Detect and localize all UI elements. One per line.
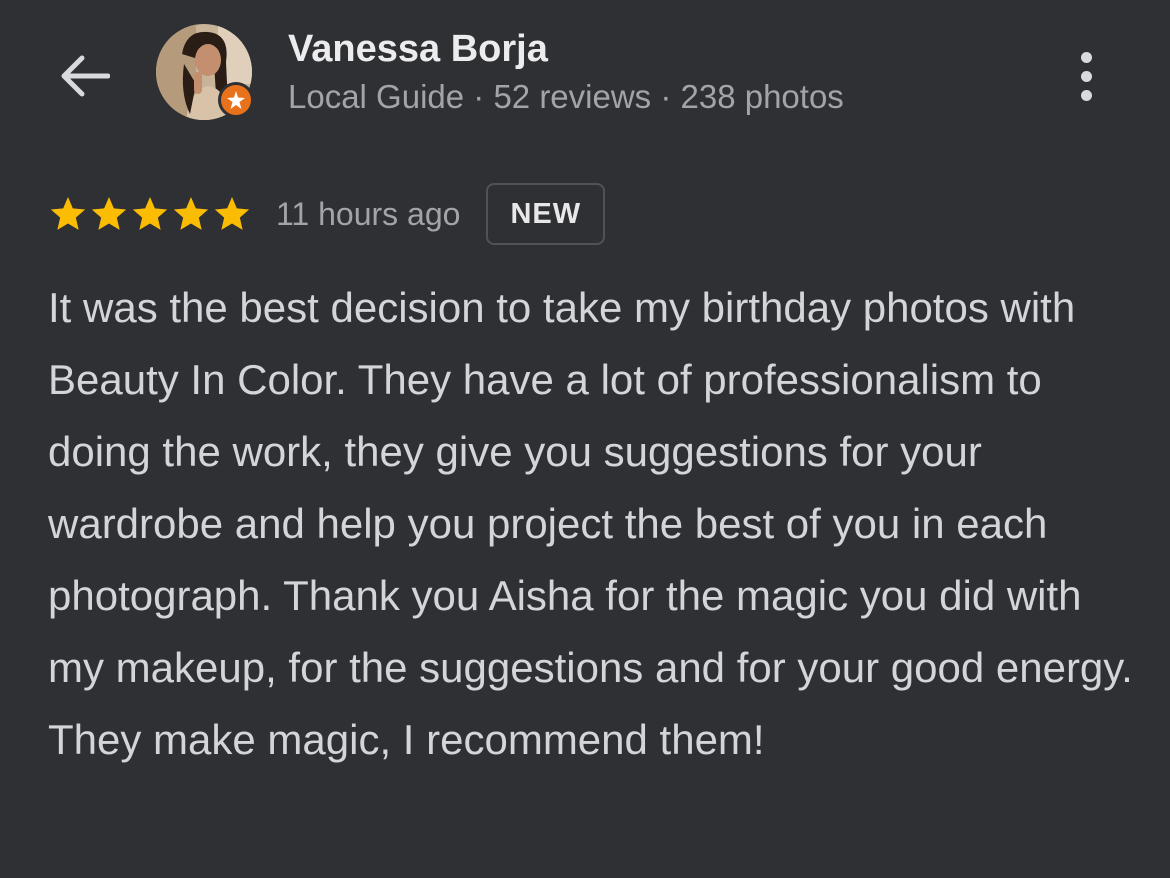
- rating-row: 11 hours ago NEW: [48, 182, 606, 246]
- reviewer-name[interactable]: Vanessa Borja: [288, 28, 548, 71]
- arrow-left-icon: [61, 55, 110, 97]
- more-vertical-icon: [1080, 51, 1092, 63]
- star-icon: [214, 197, 250, 230]
- reviewer-meta: Local Guide · 52 reviews · 238 photos: [288, 78, 844, 115]
- local-guide-star-icon: [218, 82, 254, 118]
- star-icon: [50, 197, 86, 230]
- review-text: It was the best decision to take my birt…: [48, 284, 1133, 763]
- star-rating: [48, 194, 252, 234]
- back-button[interactable]: [48, 40, 120, 112]
- avatar[interactable]: [156, 24, 254, 120]
- star-icon: [91, 197, 127, 230]
- star-icon: [173, 197, 209, 230]
- more-options-button[interactable]: [1060, 40, 1112, 112]
- new-badge: NEW: [486, 183, 606, 245]
- review-time: 11 hours ago: [276, 195, 461, 232]
- star-icon: [132, 197, 168, 230]
